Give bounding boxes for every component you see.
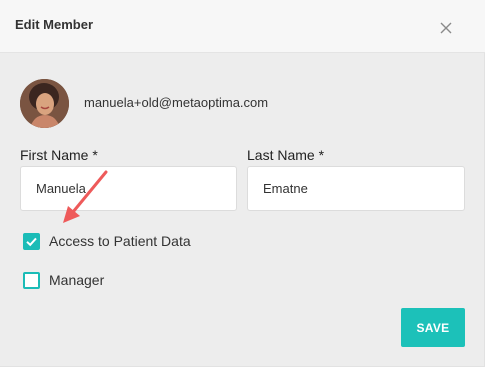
manager-label: Manager	[49, 272, 105, 288]
access-patient-data-label: Access to Patient Data	[49, 233, 191, 249]
first-name-label: First Name *	[20, 147, 98, 163]
close-button[interactable]	[438, 20, 454, 36]
first-name-input[interactable]	[20, 166, 237, 211]
access-patient-data-checkbox-row[interactable]: Access to Patient Data	[23, 232, 191, 250]
access-patient-data-checkbox[interactable]	[23, 232, 40, 250]
last-name-input[interactable]	[247, 166, 465, 211]
manager-checkbox-row[interactable]: Manager	[23, 271, 104, 289]
checkmark-icon	[26, 237, 37, 246]
dialog-header: Edit Member	[0, 0, 485, 53]
user-avatar-icon	[20, 79, 69, 128]
member-email: manuela+old@metaoptima.com	[84, 95, 269, 110]
member-avatar	[20, 79, 69, 128]
dialog-title: Edit Member	[15, 17, 94, 32]
edit-member-dialog: Edit Member manuela+old@metaoptima.com F…	[0, 0, 485, 367]
last-name-label: Last Name *	[247, 147, 325, 163]
save-button[interactable]: SAVE	[401, 308, 465, 347]
close-icon	[440, 22, 452, 34]
manager-checkbox[interactable]	[23, 271, 40, 289]
